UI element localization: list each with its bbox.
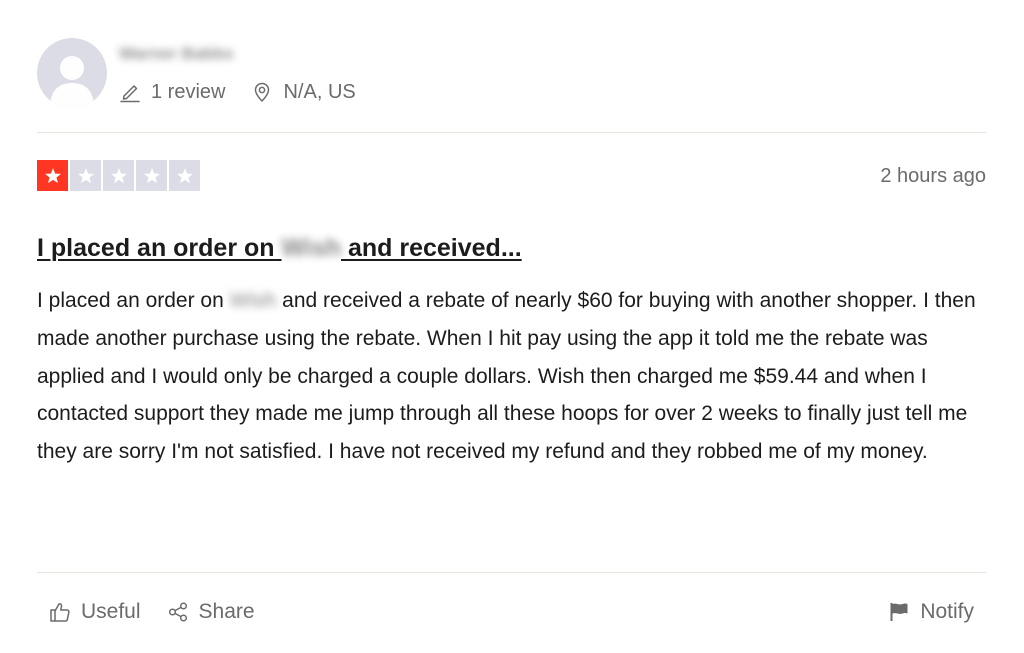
share-button[interactable]: Share <box>167 600 255 624</box>
pencil-icon <box>119 81 141 103</box>
reviewer-location: N/A, US <box>251 80 356 104</box>
star-icon <box>77 167 94 183</box>
star-empty <box>103 160 134 191</box>
star-icon <box>176 167 193 183</box>
reviewer-name[interactable]: Warner Babbs <box>119 44 234 64</box>
star-empty <box>70 160 101 191</box>
person-silhouette-icon <box>50 56 94 108</box>
notify-label: Notify <box>920 600 974 623</box>
star-rating <box>37 160 202 191</box>
reviewer-meta: 1 review N/A, US <box>119 79 356 105</box>
divider <box>37 572 986 573</box>
review-body-text: and received a rebate of nearly $60 for … <box>37 289 976 464</box>
location-label: N/A, US <box>283 80 356 103</box>
location-pin-icon <box>251 81 273 103</box>
star-icon <box>44 167 61 183</box>
review-body: I placed an order on Wish and received a… <box>37 282 986 471</box>
review-count: 1 review <box>119 81 225 104</box>
review-title-link[interactable]: I placed an order on Wish and received..… <box>37 233 522 263</box>
useful-label: Useful <box>81 600 141 623</box>
review-card: Warner Babbs 1 review N/A, US 2 hours ag… <box>37 0 986 653</box>
notify-button[interactable]: Notify <box>888 600 974 624</box>
flag-icon <box>888 601 910 623</box>
star-icon <box>143 167 160 183</box>
thumbs-up-icon <box>49 601 71 623</box>
redacted-company-name: Wish <box>229 289 277 312</box>
review-title-suffix: and received... <box>347 234 522 262</box>
review-count-label: 1 review <box>151 80 226 103</box>
star-filled <box>37 160 68 191</box>
useful-button[interactable]: Useful <box>49 600 141 624</box>
share-icon <box>167 601 189 623</box>
review-title-prefix: I placed an order on <box>37 234 275 262</box>
star-empty <box>136 160 167 191</box>
review-actions: Useful Share <box>49 600 255 624</box>
redacted-company-name: Wish <box>281 234 342 262</box>
divider <box>37 132 986 133</box>
review-body-prefix: I placed an order on <box>37 289 224 312</box>
star-icon <box>110 167 127 183</box>
star-empty <box>169 160 200 191</box>
share-label: Share <box>198 600 255 623</box>
reviewer-header: Warner Babbs 1 review N/A, US <box>37 38 986 110</box>
review-date: 2 hours ago <box>880 165 986 187</box>
avatar[interactable] <box>37 38 107 108</box>
